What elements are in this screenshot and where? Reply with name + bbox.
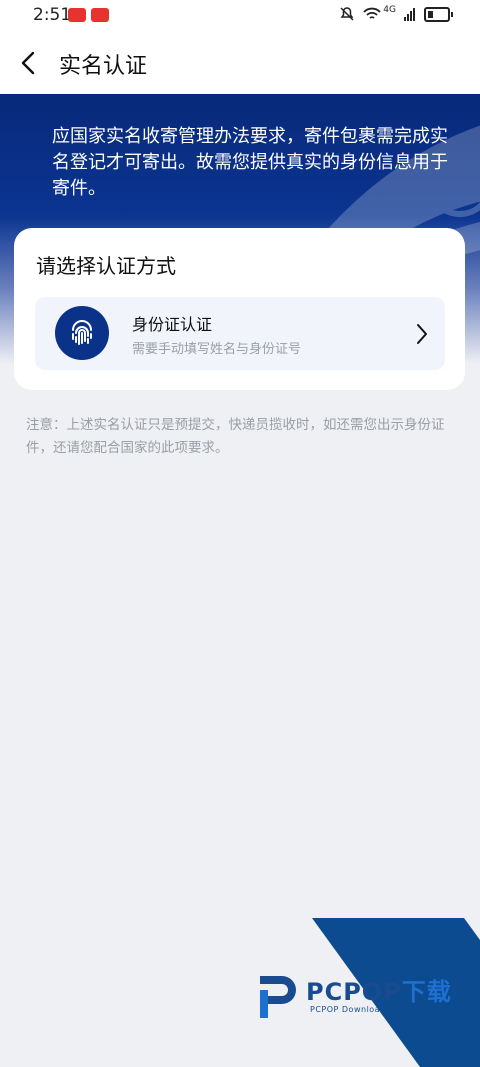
pcpop-logo [260,976,296,1018]
notification-app-icon [91,8,109,22]
status-icons: 4G [339,5,453,22]
network-label: 4G [383,5,396,15]
fingerprint-icon [55,306,109,360]
page-title: 实名认证 [59,54,148,79]
mute-icon [340,7,354,21]
banner-text: 应国家实名收寄管理办法要求，寄件包裹需完成实名登记才可寄出。故需您提供真实的身份… [52,126,448,199]
back-arrow-icon[interactable] [18,49,40,77]
option-subtitle: 需要手动填写姓名与身份证号 [132,342,302,357]
watermark-brand: PCPOP [306,977,402,1006]
signal-icon [404,8,415,21]
notice-text: 注意：上述实名认证只是预提交，快递员揽收时，如还需您出示身份证件，还请您配合国家… [26,417,445,456]
verification-method-card: 请选择认证方式 身份证认证 需要手动填写姓名与身份证号 [14,228,465,390]
watermark-sub: PCPOP Download [310,1004,386,1014]
id-card-verification-option[interactable]: 身份证认证 需要手动填写姓名与身份证号 [35,297,445,370]
pcpop-watermark: PCPOP下载 PCPOP Download [258,972,452,1020]
status-time: 2:51 [33,5,72,25]
card-title: 请选择认证方式 [36,254,176,278]
wifi-icon [363,7,381,19]
watermark-brand-suffix: 下载 [401,977,452,1006]
status-bar: 2:51 4G [0,0,480,32]
nav-bar: 实名认证 [0,32,480,94]
option-title: 身份证认证 [132,315,213,334]
battery-icon [424,6,453,22]
notification-app-icon [68,8,86,22]
chevron-right-icon [417,324,427,344]
